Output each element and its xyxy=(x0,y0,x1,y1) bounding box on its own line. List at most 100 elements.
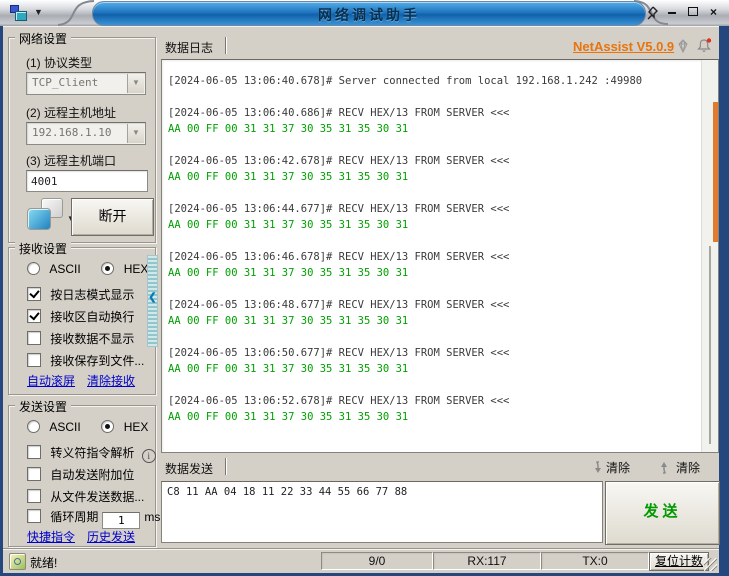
arrow-up-curve-icon xyxy=(661,462,667,474)
close-button[interactable]: × xyxy=(705,5,722,20)
link-quick-commands[interactable]: 快捷指令 xyxy=(27,528,75,545)
resize-grip[interactable] xyxy=(704,558,717,571)
log-hex-line: AA 00 FF 00 31 31 37 30 35 31 35 30 31 xyxy=(168,267,409,279)
log-timestamp-line: [2024-06-05 13:06:44.677]# RECV HEX/13 F… xyxy=(168,203,510,215)
protocol-type-label: (1) 协议类型 xyxy=(26,56,93,70)
log-hex-line: AA 00 FF 00 31 31 37 30 35 31 35 30 31 xyxy=(168,363,409,375)
checkbox-escape-parse-label: 转义符指令解析 xyxy=(50,446,135,460)
log-entry: [2024-06-05 13:06:46.678]# RECV HEX/13 F… xyxy=(168,249,695,281)
checkbox-save-to-file-label: 接收保存到文件... xyxy=(50,354,145,368)
checkbox-log-mode-display[interactable] xyxy=(27,287,41,301)
maximize-button[interactable] xyxy=(684,5,701,20)
rx-counter: RX:117 xyxy=(433,552,541,570)
bell-icon[interactable] xyxy=(696,37,713,57)
log-hex-line: AA 00 FF 00 31 31 37 30 35 31 35 30 31 xyxy=(168,315,409,327)
clear-send-label: 清除 xyxy=(676,461,701,475)
log-entry: [2024-06-05 13:06:50.677]# RECV HEX/13 F… xyxy=(168,345,695,377)
notification-dot xyxy=(706,38,712,43)
arrow-down-curve-icon xyxy=(595,461,601,473)
checkbox-auto-wrap-label: 接收区自动换行 xyxy=(50,310,135,324)
checkbox-send-from-file-label: 从文件发送数据... xyxy=(50,490,145,504)
checkbox-hide-received-label: 接收数据不显示 xyxy=(50,332,135,346)
status-ready-text: 就绪! xyxy=(30,556,58,570)
status-ready-icon xyxy=(9,553,26,570)
log-timestamp-line: [2024-06-05 13:06:46.678]# RECV HEX/13 F… xyxy=(168,251,510,263)
protocol-type-select[interactable]: TCP_Client xyxy=(26,72,146,95)
radio-send-ascii[interactable] xyxy=(27,420,40,433)
checkbox-escape-parse[interactable] xyxy=(27,445,41,459)
reset-count-button[interactable]: 复位计数 xyxy=(649,552,709,571)
log-entry: [2024-06-05 13:06:52.678]# RECV HEX/13 F… xyxy=(168,393,695,425)
checkbox-cycle-send[interactable] xyxy=(27,509,41,523)
checkbox-auto-wrap[interactable] xyxy=(27,309,41,323)
remote-port-label: (3) 远程主机端口 xyxy=(26,154,117,168)
log-timestamp-line: [2024-06-05 13:06:48.677]# RECV HEX/13 F… xyxy=(168,299,510,311)
system-menu-caret-icon[interactable] xyxy=(34,7,44,17)
connection-icon-front-square xyxy=(27,208,51,230)
link-clear-receive[interactable]: 清除接收 xyxy=(87,372,135,389)
checkbox-save-to-file[interactable] xyxy=(27,353,41,367)
tx-counter: TX:0 xyxy=(541,552,649,570)
clear-send-button[interactable]: 清除 xyxy=(659,459,700,476)
radio-send-ascii-label: ASCII xyxy=(49,420,81,434)
tab-data-log[interactable]: 数据日志 xyxy=(165,39,213,56)
radio-recv-ascii-label: ASCII xyxy=(49,262,81,276)
remote-host-label: (2) 远程主机地址 xyxy=(26,106,117,120)
chevron-down-icon[interactable] xyxy=(127,124,144,143)
checkbox-hide-received[interactable] xyxy=(27,331,41,345)
clear-receive-button[interactable]: 清除 xyxy=(589,459,630,476)
log-entry: [2024-06-05 13:06:48.677]# RECV HEX/13 F… xyxy=(168,297,695,329)
data-log-area[interactable]: [2024-06-05 13:06:40.678]# Server connec… xyxy=(161,59,719,453)
send-settings-title: 发送设置 xyxy=(15,398,72,415)
log-scrollbar-thumb[interactable] xyxy=(713,102,718,242)
minimize-button[interactable] xyxy=(663,5,680,20)
log-entry: [2024-06-05 13:06:40.686]# RECV HEX/13 F… xyxy=(168,105,695,137)
link-send-history[interactable]: 历史发送 xyxy=(87,528,135,545)
chevron-down-icon[interactable] xyxy=(127,74,144,93)
remote-host-value: 192.168.1.10 xyxy=(32,126,112,139)
log-text: [2024-06-05 13:06:40.678]# Server connec… xyxy=(162,60,701,452)
radio-send-hex[interactable] xyxy=(101,420,115,433)
window-body: 网络设置 (1) 协议类型 TCP_Client (2) 远程主机地址 192.… xyxy=(3,26,720,573)
cycle-period-input[interactable] xyxy=(102,512,141,529)
version-link[interactable]: NetAssist V5.0.9 xyxy=(573,39,674,54)
checkbox-auto-append-label: 自动发送附加位 xyxy=(50,468,135,482)
log-timestamp-line: [2024-06-05 13:06:40.686]# RECV HEX/13 F… xyxy=(168,107,510,119)
checkbox-send-from-file[interactable] xyxy=(27,489,41,503)
remote-port-input[interactable] xyxy=(26,170,148,192)
log-scrollbar-track[interactable] xyxy=(701,60,718,452)
log-entry: [2024-06-05 13:06:42.678]# RECV HEX/13 F… xyxy=(168,153,695,185)
radio-recv-ascii[interactable] xyxy=(27,262,40,275)
disconnect-button[interactable]: 断开 xyxy=(71,198,154,236)
send-button[interactable]: 发送 xyxy=(605,481,720,545)
title-bar[interactable]: 网络调试助手 × xyxy=(0,0,729,26)
log-timestamp-line: [2024-06-05 13:06:40.678]# Server connec… xyxy=(168,75,643,87)
connection-icon-button[interactable] xyxy=(19,198,71,232)
title-pill: 网络调试助手 xyxy=(92,1,646,26)
protocol-type-value: TCP_Client xyxy=(32,76,99,89)
send-data-input[interactable]: C8 11 AA 04 18 11 22 33 44 55 66 77 88 xyxy=(161,481,603,543)
window-title: 网络调试助手 xyxy=(318,7,420,23)
tab-separator xyxy=(225,458,226,475)
pin-icon[interactable] xyxy=(644,5,660,24)
log-entry: [2024-06-05 13:06:40.678]# Server connec… xyxy=(168,73,695,89)
checkbox-log-mode-label: 按日志模式显示 xyxy=(50,288,135,302)
link-auto-scroll[interactable]: 自动滚屏 xyxy=(27,372,75,389)
radio-recv-hex[interactable] xyxy=(101,262,115,275)
radio-send-hex-label: HEX xyxy=(123,420,149,434)
log-entry: [2024-06-05 13:06:44.677]# RECV HEX/13 F… xyxy=(168,201,695,233)
network-settings-title: 网络设置 xyxy=(15,30,72,47)
app-icon-square-teal xyxy=(15,11,27,21)
packet-counter: 9/0 xyxy=(321,552,433,570)
gem-icon[interactable] xyxy=(675,38,691,57)
minimize-icon xyxy=(667,12,676,14)
tab-separator xyxy=(225,37,226,54)
info-icon[interactable] xyxy=(141,449,156,463)
tab-data-send[interactable]: 数据发送 xyxy=(165,460,213,477)
checkbox-auto-append[interactable] xyxy=(27,467,41,481)
log-hex-line: AA 00 FF 00 31 31 37 30 35 31 35 30 31 xyxy=(168,411,409,423)
log-hex-line: AA 00 FF 00 31 31 37 30 35 31 35 30 31 xyxy=(168,123,409,135)
panel-collapse-splitter[interactable] xyxy=(147,255,158,347)
app-icon[interactable] xyxy=(9,5,29,21)
remote-host-select[interactable]: 192.168.1.10 xyxy=(26,122,146,145)
